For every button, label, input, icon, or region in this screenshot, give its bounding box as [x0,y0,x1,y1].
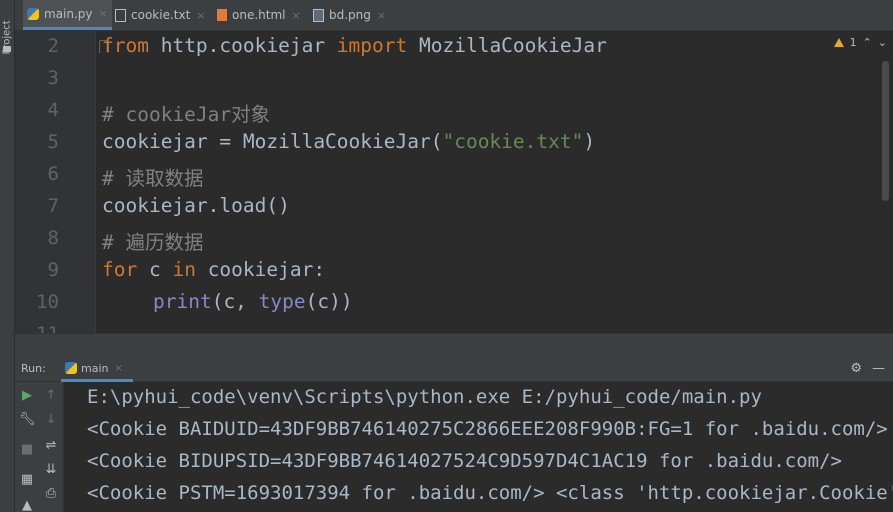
project-tool-button[interactable]: Project [0,2,14,62]
gutter-divider [95,31,96,333]
tab-label: bd.png [329,8,371,22]
scroll-to-end-icon[interactable]: ⇊ [43,462,59,478]
run-tab-label: main [81,361,109,375]
line-number: 11 [19,323,59,333]
line-number: 9 [47,259,59,281]
tab-label: cookie.txt [131,8,191,22]
code-line-5: cookiejar = MozillaCookieJar("cookie.txt… [102,130,595,153]
close-icon[interactable]: × [99,7,108,20]
html-file-icon [217,9,227,21]
chevron-up-icon[interactable]: ⌃ [863,36,872,49]
code-text: (c)) [305,290,353,313]
tab-cookie-txt[interactable]: cookie.txt × [115,0,206,30]
code-line-7: cookiejar.load() [102,194,290,217]
code-text: c [137,258,173,281]
code-line-4: # cookieJar对象 [102,98,270,127]
builtin: type [258,290,306,313]
builtin: print [153,290,212,313]
text-file-icon [115,8,126,22]
close-icon[interactable]: × [377,9,386,22]
tab-one-html[interactable]: one.html × [217,0,301,30]
comment: # 读取数据 [102,167,204,190]
run-actions: ⚙ — [850,361,885,376]
editor-tab-bar: main.py × cookie.txt × one.html × bd.png… [15,0,893,31]
warning-icon [833,38,844,47]
layout-icon[interactable]: ▦ [19,472,35,488]
code-text: ) [583,130,596,153]
code-line-9: for c in cookiejar: [102,258,325,281]
image-file-icon [313,8,324,22]
console-line: <Cookie PSTM=1693017394 for .baidu.com/>… [87,482,893,504]
folder-icon [3,46,11,52]
tab-label: main.py [44,6,93,21]
console-line: E:\pyhui_code\venv\Scripts\python.exe E:… [87,386,762,408]
run-toolbar: ▶ 🔧︎ ■ ▦ ▲ [15,382,39,512]
line-number: 6 [47,163,59,185]
code-text: (c, [211,290,259,313]
console-line: <Cookie BIDUPSID=43DF9BB74614027524C9D59… [87,450,842,472]
python-file-icon [65,362,77,374]
identifier: MozillaCookieJar [407,34,607,57]
run-tab-main[interactable]: main × [61,357,133,382]
code-line-6: # 读取数据 [102,162,203,191]
warning-count: 1 [849,36,857,49]
tab-main-py[interactable]: main.py × [23,0,112,30]
panel-splitter[interactable] [15,333,893,358]
line-number: 2 [47,35,59,57]
module-name: http.cookiejar [148,34,337,57]
chevron-down-icon[interactable]: ⌄ [878,36,887,49]
code-text: cookiejar = MozillaCookieJar( [102,130,443,153]
line-number-gutter: 2 3 4 5 6 7 8 9 10 11 [15,31,95,333]
gear-icon[interactable]: ⚙ [850,361,862,376]
print-icon[interactable]: ⎙ [43,486,59,502]
stop-icon[interactable]: ■ [19,442,35,458]
tab-label: one.html [232,8,286,22]
code-editor[interactable]: 2 3 4 5 6 7 8 9 10 11 from http.cookieja… [15,31,893,333]
tab-bd-png[interactable]: bd.png × [313,0,386,30]
string-literal: "cookie.txt" [442,130,584,153]
run-tool-header: Run: main × ⚙ — [15,357,893,382]
comment: # cookieJar对象 [102,103,271,126]
line-number: 4 [47,99,59,121]
minimize-icon[interactable]: — [872,361,885,376]
code-line-2: from http.cookiejar import MozillaCookie… [102,34,607,57]
keyword: from [102,34,149,57]
pin-icon[interactable]: ▲ [19,498,35,512]
line-number: 10 [36,291,59,313]
keyword: in [172,258,196,281]
arrow-down-icon[interactable]: ↓ [43,412,59,428]
console-toolbar: ↑ ↓ ⇌ ⇊ ⎙ [39,382,64,512]
line-number: 8 [47,227,59,249]
keyword: for [102,258,138,281]
code-line-8: # 遍历数据 [102,226,203,255]
soft-wrap-icon[interactable]: ⇌ [43,438,59,454]
close-icon[interactable]: × [291,9,300,22]
comment: # 遍历数据 [102,231,204,254]
close-icon[interactable]: × [114,363,122,374]
arrow-up-icon[interactable]: ↑ [43,388,59,404]
wrench-icon[interactable]: 🔧︎ [19,412,36,428]
line-number: 7 [47,195,59,217]
run-console[interactable]: ▶ 🔧︎ ■ ▦ ▲ ↑ ↓ ⇌ ⇊ ⎙ E:\pyhui_code\venv\… [15,382,893,512]
close-icon[interactable]: × [196,9,205,22]
rerun-icon[interactable]: ▶ [19,388,35,404]
keyword: import [336,34,408,57]
run-label: Run: [21,362,46,375]
editor-scrollbar[interactable] [882,61,889,201]
console-line: <Cookie BAIDUID=43DF9BB746140275C2866EEE… [87,418,888,440]
inspection-widget[interactable]: 1 ⌃ ⌄ [833,36,887,49]
code-text: cookiejar: [195,258,326,281]
python-file-icon [27,7,39,20]
line-number: 5 [47,131,59,153]
line-number: 3 [47,67,59,89]
project-sidebar: Project [0,0,15,512]
code-line-10: print(c, type(c)) [153,290,353,313]
code-text: cookiejar.load() [102,194,290,217]
